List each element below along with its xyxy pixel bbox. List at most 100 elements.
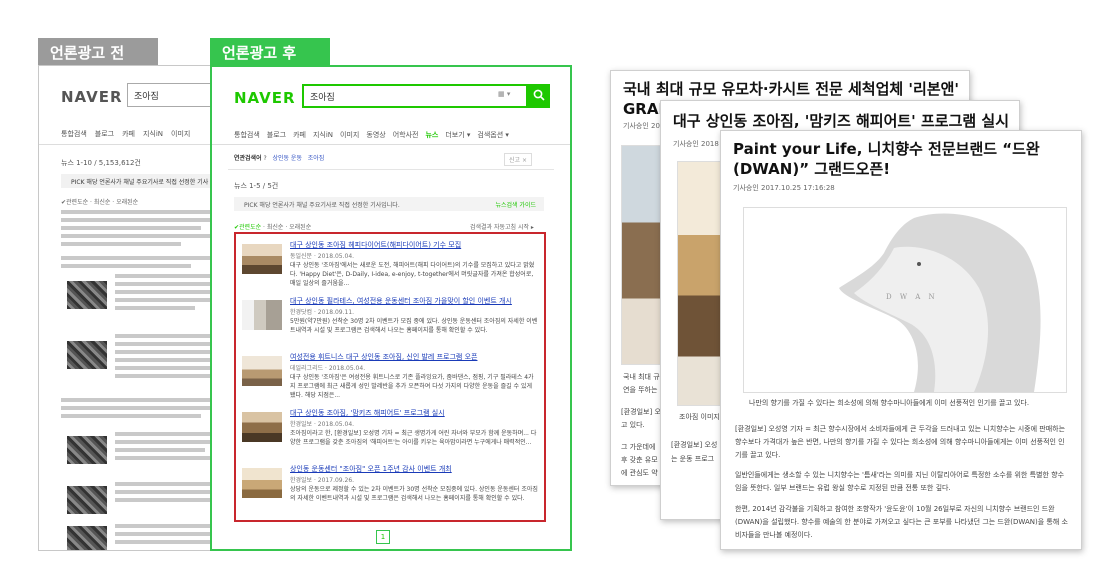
result-desc: 대구 상인동 '조아짐'은 여성전용 휘트니스로 기존 플라잉요가, 줌바댄스,…	[290, 374, 534, 399]
blurred-text	[115, 448, 205, 452]
result-meta: 동일신문 · 2018.05.04.	[290, 253, 355, 260]
tab-cafe[interactable]: 카페	[122, 130, 135, 138]
result-desc: 조아짐이라고 한, [환경일보] 오성명 기자 = 최근 생명가게 어린 자녀와…	[290, 430, 537, 446]
blurred-text	[61, 234, 216, 238]
tab-image[interactable]: 이미지	[171, 130, 190, 138]
result-thumbnail[interactable]	[242, 412, 282, 442]
brand-watermark: D W A N	[886, 293, 938, 301]
sort-oldest[interactable]: 오래된순	[289, 224, 311, 231]
auto-refresh-toggle[interactable]: 검색결과 자동고침 시작 ▸	[470, 222, 534, 231]
tab-all[interactable]: 통합검색	[61, 130, 87, 138]
blurred-thumbnail	[67, 281, 107, 309]
related-close-button[interactable]: 신고 ×	[504, 153, 532, 166]
blurred-text	[115, 498, 225, 502]
result-meta: 한경일보 · 2018.05.04.	[290, 421, 355, 428]
search-tabs: 통합검색 블로그 카페 지식iN 이미지	[61, 129, 198, 139]
tab-news[interactable]: 뉴스	[425, 131, 438, 139]
article-text: 는 운동 프로그	[671, 455, 715, 463]
result-title[interactable]: 상인동 운동센터 "조아짐" 오픈 1주년 감사 이벤트 개최	[290, 464, 452, 474]
blurred-text	[115, 482, 225, 486]
help-icon[interactable]: ?	[264, 155, 267, 162]
tab-video[interactable]: 동영상	[366, 131, 385, 139]
article-card: Paint your Life, 니치향수 전문브랜드 “드완(DWAN)” 그…	[720, 130, 1082, 550]
blurred-text	[61, 406, 211, 410]
result-title[interactable]: 여성전용 휘트니스 대구 상인동 조아짐, 신인 발레 프로그램 오픈	[290, 352, 477, 362]
search-input[interactable]: 조아짐	[302, 84, 528, 108]
news-header: 뉴스 1-10 / 5,153,612건	[61, 159, 141, 167]
blurred-text	[115, 366, 225, 370]
result-thumbnail[interactable]	[242, 300, 282, 330]
search-options-icon[interactable]: ▦ ▾	[498, 90, 510, 98]
tab-search-options[interactable]: 검색옵션 ▾	[477, 131, 509, 139]
blurred-text	[61, 226, 201, 230]
tab-kin[interactable]: 지식iN	[313, 131, 333, 139]
blurred-thumbnail	[67, 526, 107, 550]
tab-kin[interactable]: 지식iN	[143, 130, 163, 138]
blurred-text	[115, 540, 225, 544]
blurred-thumbnail	[67, 436, 107, 464]
news-result: 여성전용 휘트니스 대구 상인동 조아짐, 신인 발레 프로그램 오픈 데일리그…	[242, 352, 538, 408]
blurred-text	[61, 256, 221, 260]
blurred-thumbnail	[67, 341, 107, 369]
related-item[interactable]: 조아짐	[308, 155, 325, 162]
blurred-text	[115, 306, 195, 310]
article-text: 한편, 2014년 감각불을 기획하고 참여한 조향작가 '윤도윤'이 10월 …	[735, 505, 1068, 539]
pick-notice: PICK 해당 언론사가 채널 주요기사로 직접 선정한 기사입니다. 뉴스검색…	[234, 197, 544, 211]
article-date: 기사승인 20	[623, 122, 660, 130]
blurred-text	[61, 264, 191, 268]
result-title[interactable]: 대구 상인동 조아짐 헤피다이어트(해피다이어트) 기수 모집	[290, 240, 461, 250]
search-tabs: 통합검색 블로그 카페 지식iN 이미지 동영상 어학사전 뉴스 더보기 ▾ 검색옵션 ▾	[234, 130, 564, 140]
tab-dictionary[interactable]: 어학사전	[393, 131, 419, 139]
result-thumbnail[interactable]	[242, 244, 282, 274]
tab-cafe[interactable]: 카페	[293, 131, 306, 139]
tab-blog[interactable]: 블로그	[95, 130, 114, 138]
blurred-text	[115, 532, 210, 536]
article-photo	[677, 161, 721, 406]
result-desc: 상당의 운동으로 제정할 수 있는 2차 이벤트가 30명 선착순 모집중에 있…	[290, 486, 538, 502]
page-button[interactable]: 1	[376, 530, 390, 544]
sort-filters[interactable]: ✔관련도순 · 최신순 · 오래된순	[61, 197, 138, 206]
sort-latest[interactable]: 최신순	[267, 224, 284, 231]
blurred-text	[115, 490, 215, 494]
article-text: [환경일보] 오성	[671, 441, 718, 449]
article-headline: 대구 상인동 조아짐, '맘키즈 해피어트' 프로그램 실시	[673, 112, 1010, 130]
photo-caption: 조아짐 이미지	[679, 413, 720, 421]
news-result: 상인동 운동센터 "조아짐" 오픈 1주년 감사 이벤트 개최 한경일보 · 2…	[242, 464, 538, 520]
related-searches: 연관검색어 ? 상인동 운동 조아짐	[234, 153, 324, 162]
divider	[228, 169, 554, 170]
search-button[interactable]	[528, 84, 550, 108]
result-title[interactable]: 대구 상인동 필라테스, 여성전용 운동센터 조아짐 가을맞이 할인 이벤트 개…	[290, 296, 512, 306]
article-text: [환경일보] 오성영 기자 = 최근 향수시장에서 소비자들에게 큰 두각을 드…	[735, 425, 1066, 459]
search-icon	[533, 89, 545, 101]
tab-blog[interactable]: 블로그	[267, 131, 286, 139]
blurred-text	[115, 456, 220, 460]
news-result: 대구 상인동 필라테스, 여성전용 운동센터 조아짐 가을맞이 할인 이벤트 개…	[242, 296, 538, 352]
blurred-text	[115, 342, 220, 346]
sort-relevance[interactable]: ✔관련도순	[234, 224, 261, 231]
naver-logo: NAVER	[61, 88, 123, 106]
before-ad-tag: 언론광고 전	[38, 38, 158, 65]
result-title[interactable]: 대구 상인동 조아짐, '맘키즈 해피어트' 프로그램 실시	[290, 408, 445, 418]
result-thumbnail[interactable]	[242, 468, 282, 498]
blurred-text	[61, 414, 201, 418]
article-date: 기사승인 2017.10.25 17:16:28	[733, 184, 835, 192]
tab-more[interactable]: 더보기 ▾	[445, 131, 470, 139]
tab-image[interactable]: 이미지	[340, 131, 359, 139]
blurred-thumbnail	[67, 486, 107, 514]
tab-all[interactable]: 통합검색	[234, 131, 260, 139]
blurred-text	[115, 524, 225, 528]
divider	[212, 144, 570, 145]
after-ad-tag: 언론광고 후	[210, 38, 330, 65]
pick-text: PICK 해당 언론사가 채널 주요기사로 직접 선정한 기사입니다.	[244, 202, 400, 209]
after-search-panel: NAVER 조아짐 ▦ ▾ 통합검색 블로그 카페 지식iN 이미지 동영상 어학사전 뉴스 더…	[210, 65, 572, 551]
blurred-text	[61, 242, 181, 246]
blurred-text	[115, 432, 225, 436]
related-label: 연관검색어	[234, 155, 262, 162]
related-item[interactable]: 상인동 운동	[272, 155, 302, 162]
blurred-text	[115, 440, 225, 444]
sort-filters: ✔관련도순 · 최신순 · 오래된순	[234, 224, 312, 231]
result-meta: 한경일보 · 2017.09.26.	[290, 477, 355, 484]
result-thumbnail[interactable]	[242, 356, 282, 386]
news-guide-link[interactable]: 뉴스검색 가이드	[495, 200, 536, 209]
blurred-text	[115, 274, 225, 278]
